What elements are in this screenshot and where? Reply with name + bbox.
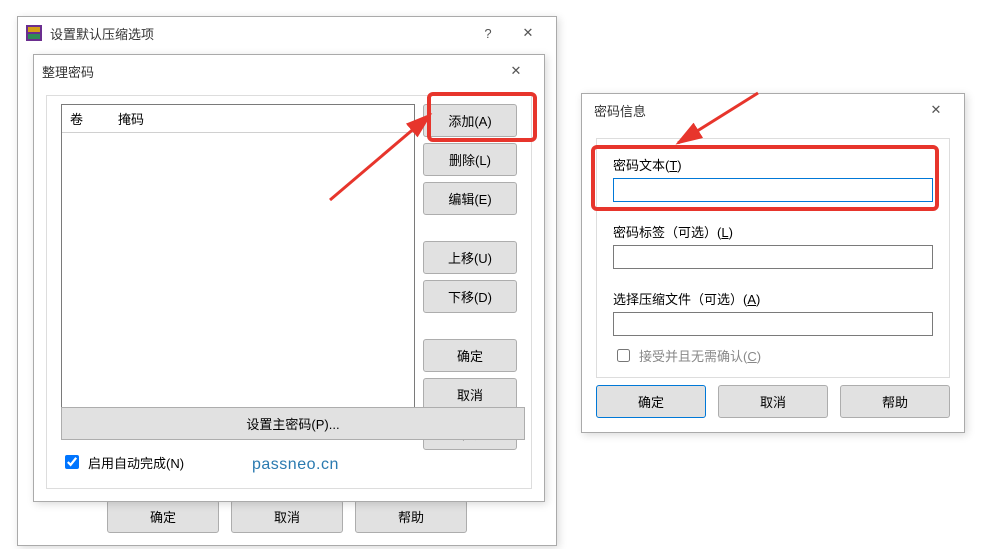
movedown-button[interactable]: 下移(D)	[423, 280, 517, 313]
col-volume: 卷	[62, 105, 110, 132]
title: 设置默认压缩选项	[50, 24, 154, 43]
password-label-input[interactable]	[613, 245, 933, 269]
titlebar: 密码信息 ✕	[582, 94, 964, 126]
titlebar: 设置默认压缩选项 ? ✕	[18, 17, 556, 49]
archive-select-input[interactable]	[613, 312, 933, 336]
winrar-icon	[26, 25, 42, 41]
help-button[interactable]: ?	[468, 19, 508, 47]
archive-select-label: 选择压缩文件（可选）(A)	[613, 289, 933, 308]
accept-no-confirm-checkbox[interactable]	[617, 349, 630, 362]
title: 整理密码	[42, 62, 94, 81]
delete-button[interactable]: 删除(L)	[423, 143, 517, 176]
close-button[interactable]: ✕	[508, 19, 548, 47]
add-button[interactable]: 添加(A)	[423, 104, 517, 137]
password-label-label: 密码标签（可选）(L)	[613, 222, 933, 241]
password-text-label: 密码文本(T)	[613, 155, 933, 174]
help-button[interactable]: 帮助	[355, 500, 467, 533]
organize-passwords-dialog: 整理密码 ✕ 卷 掩码 添加(A) 删除(L) 编辑(E) 上移(U) 下移(D…	[33, 54, 545, 502]
title: 密码信息	[590, 101, 646, 120]
moveup-button[interactable]: 上移(U)	[423, 241, 517, 274]
accept-no-confirm-label: 接受并且无需确认(C)	[639, 346, 761, 365]
cancel-button[interactable]: 取消	[231, 500, 343, 533]
close-button[interactable]: ✕	[496, 57, 536, 85]
edit-button[interactable]: 编辑(E)	[423, 182, 517, 215]
ok-button[interactable]: 确定	[107, 500, 219, 533]
ok-button[interactable]: 确定	[423, 339, 517, 372]
set-master-password-button[interactable]: 设置主密码(P)...	[61, 407, 525, 440]
password-info-dialog: 密码信息 ✕ 密码文本(T) 密码标签（可选）(L) 选择压缩文件（可选）(A)…	[581, 93, 965, 433]
password-list[interactable]: 卷 掩码	[61, 104, 415, 416]
cancel-button[interactable]: 取消	[718, 385, 828, 418]
autocomplete-checkbox[interactable]	[65, 455, 79, 469]
col-mask: 掩码	[110, 105, 152, 132]
autocomplete-label: 启用自动完成(N)	[88, 453, 184, 472]
titlebar: 整理密码 ✕	[34, 55, 544, 87]
list-header: 卷 掩码	[62, 105, 414, 133]
password-text-input[interactable]	[613, 178, 933, 202]
close-button[interactable]: ✕	[916, 96, 956, 124]
ok-button[interactable]: 确定	[596, 385, 706, 418]
help-button[interactable]: 帮助	[840, 385, 950, 418]
watermark: passneo.cn	[252, 456, 339, 474]
